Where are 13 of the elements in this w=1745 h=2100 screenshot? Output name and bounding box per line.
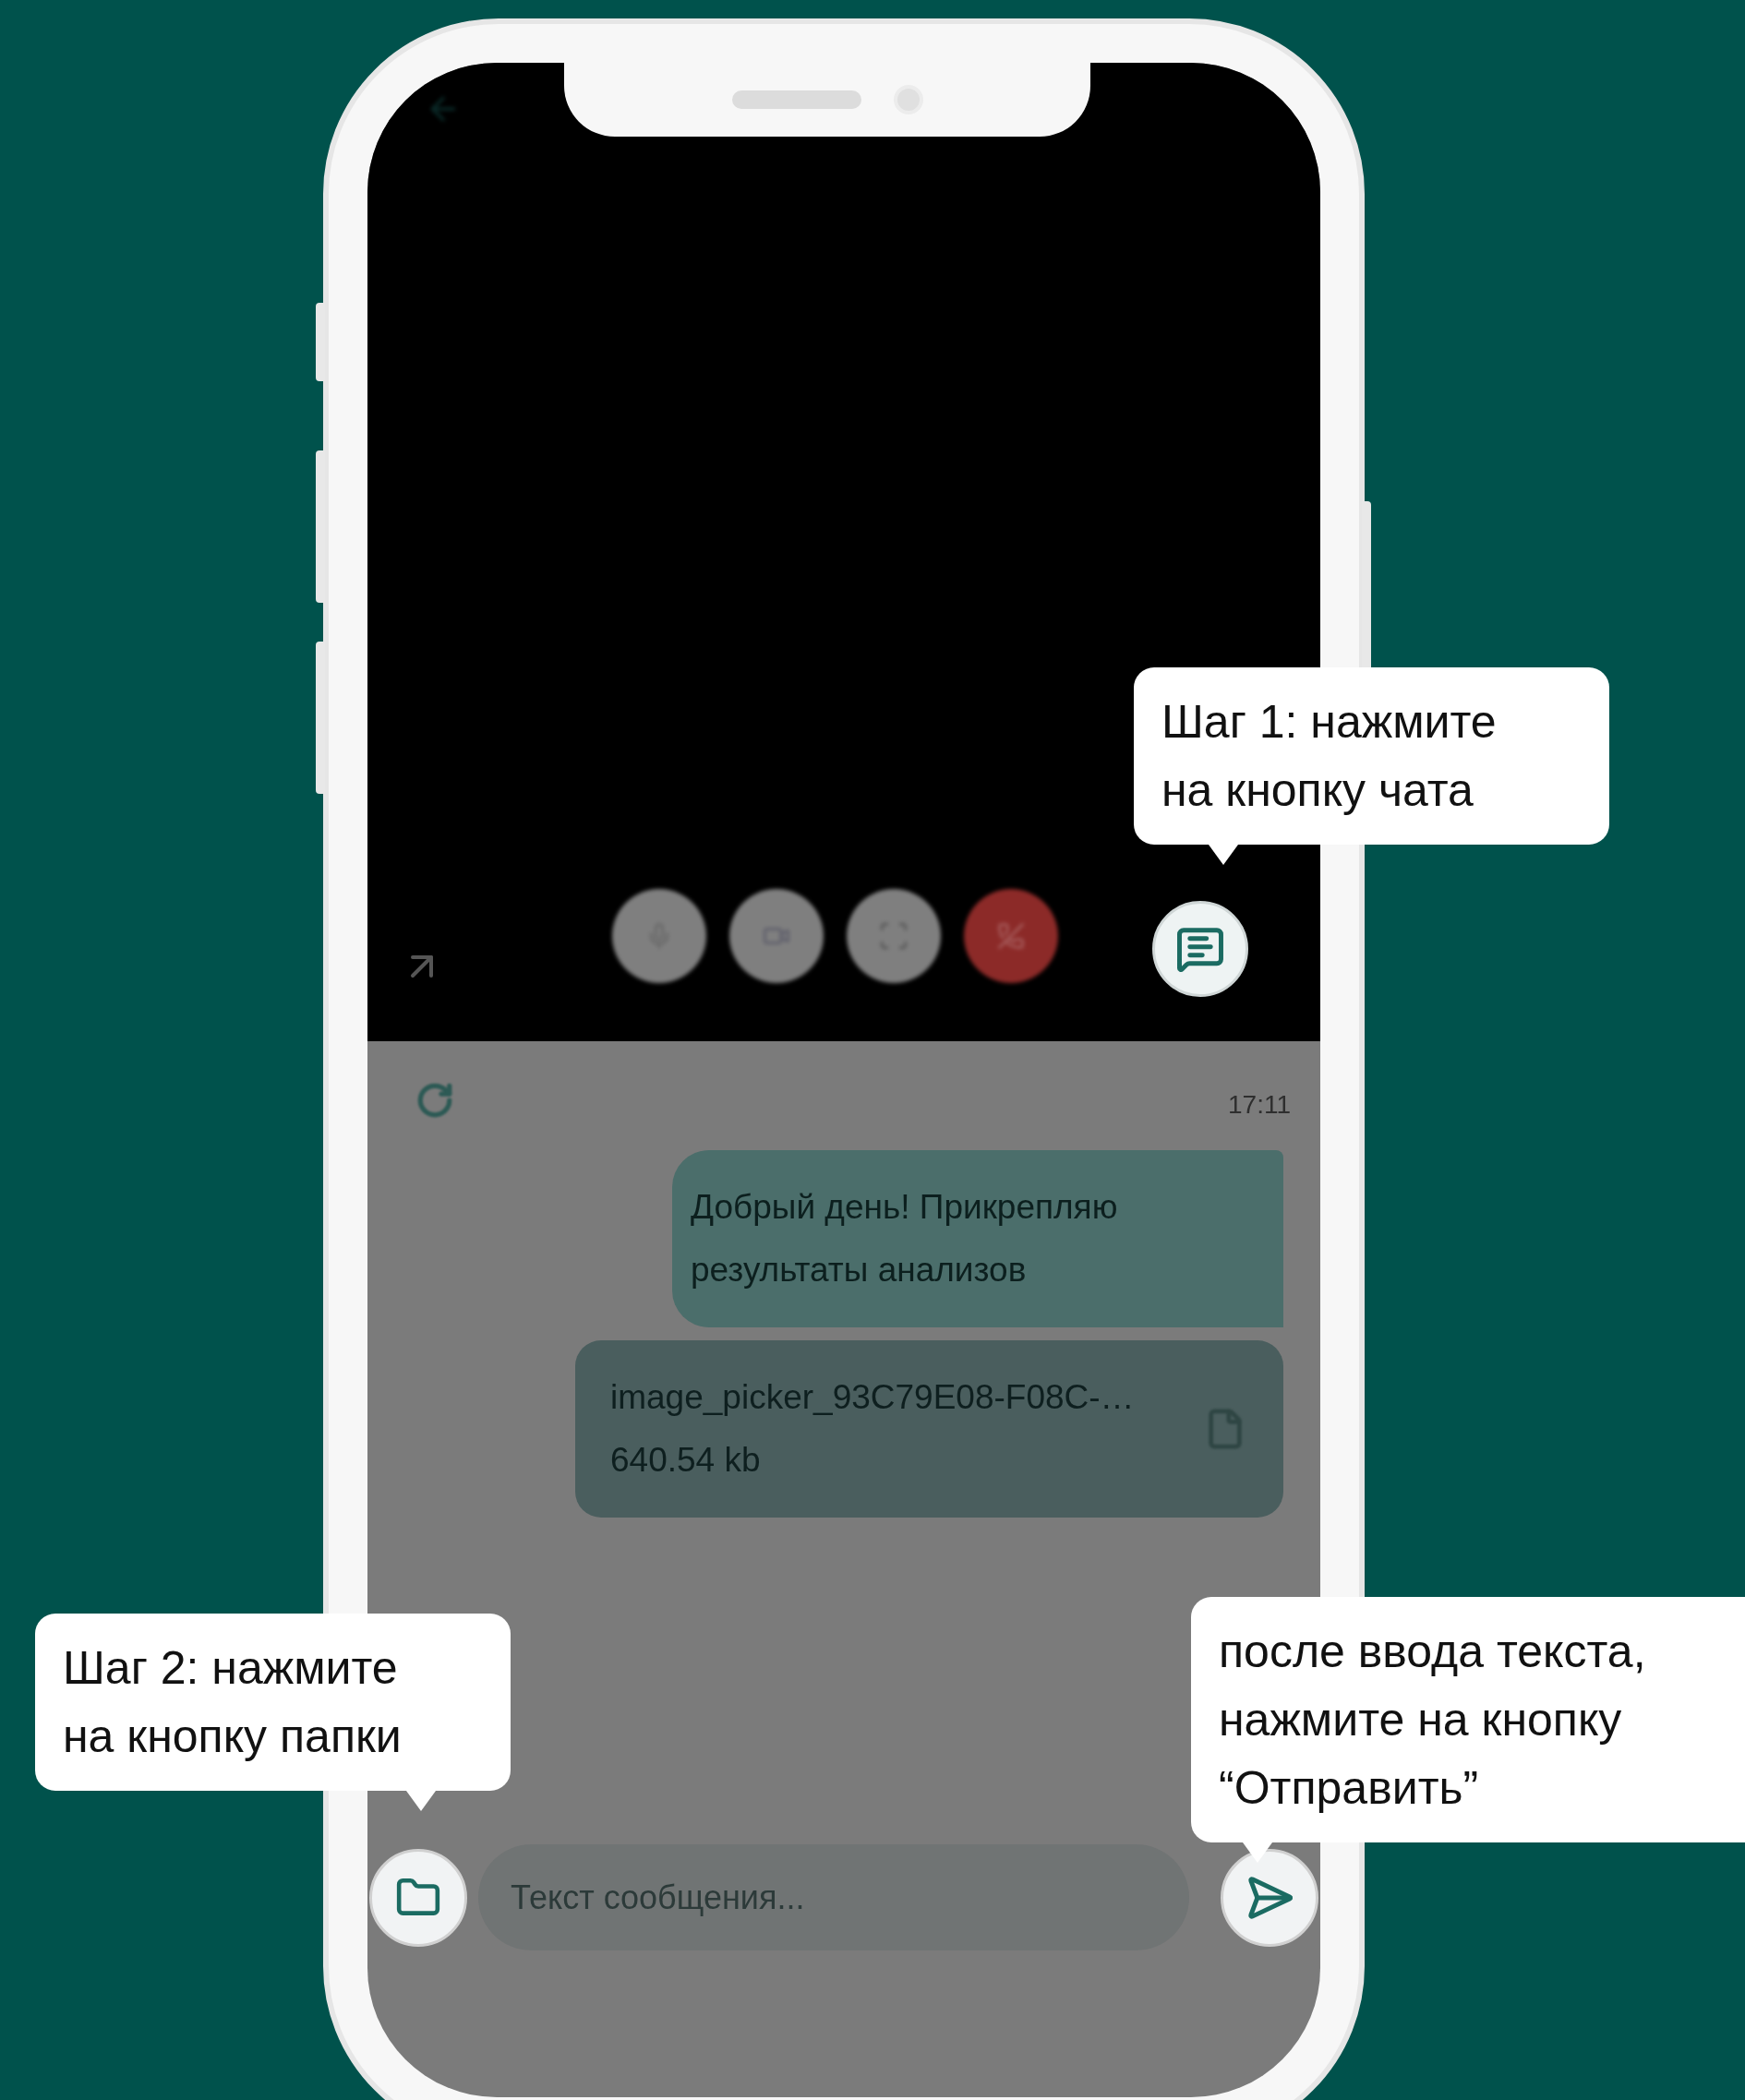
tooltip: после ввода текста, нажмите на кнопку “Отправить”: [1191, 1597, 1745, 1863]
tooltip: Шаг 2: нажмите на кнопку папки: [35, 1614, 511, 1811]
file-name: image_picker_93C79E08-F08C-…: [610, 1377, 1135, 1418]
fullscreen-button[interactable]: [847, 889, 941, 983]
end-call-button[interactable]: [964, 889, 1058, 983]
camera-button[interactable]: [729, 889, 824, 983]
mic-button[interactable]: [612, 889, 706, 983]
tooltip: Шаг 1: нажмите на кнопку чата: [1134, 667, 1609, 865]
file-size: 640.54 kb: [610, 1440, 762, 1481]
file-attachment[interactable]: image_picker_93C79E08-F08C-… 640.54 kb: [575, 1340, 1283, 1518]
message-time: 17:11: [1228, 1089, 1291, 1121]
message-input[interactable]: Текст сообщения...: [478, 1844, 1189, 1950]
message-text: Добрый день! Прикрепляю результаты анализов: [691, 1187, 1119, 1290]
